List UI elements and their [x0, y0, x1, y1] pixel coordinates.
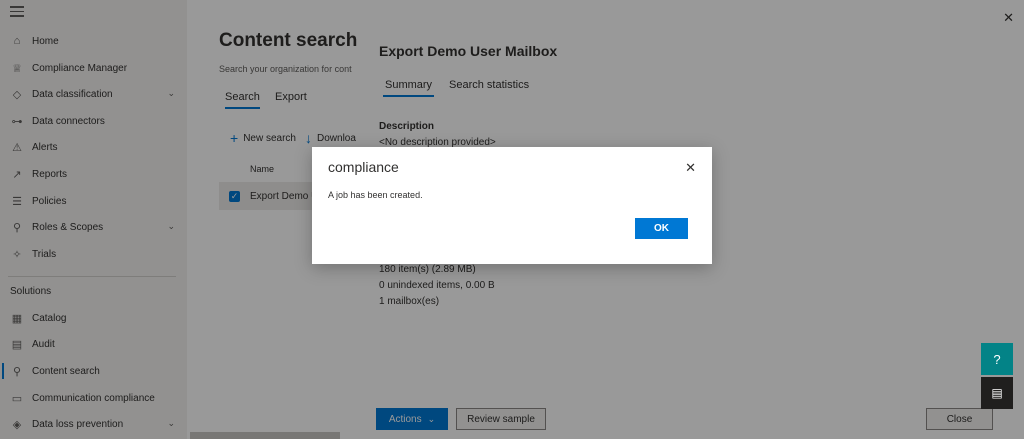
ok-button[interactable]: OK [635, 218, 688, 239]
feedback-icon[interactable]: ▤ [981, 377, 1013, 409]
help-icon[interactable]: ? [981, 343, 1013, 375]
close-icon[interactable]: ✕ [685, 160, 696, 176]
dialog-message: A job has been created. [328, 190, 423, 200]
confirmation-dialog: compliance ✕ A job has been created. OK [312, 147, 712, 264]
dialog-title: compliance [328, 159, 399, 175]
overlay-backdrop [0, 0, 357, 439]
